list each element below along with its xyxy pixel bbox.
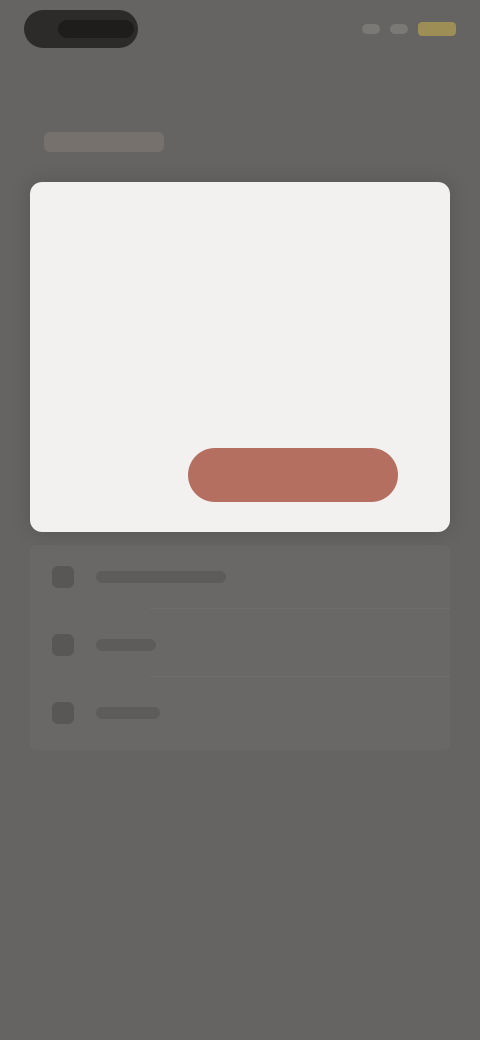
status-icons [362, 22, 456, 36]
settings-row-1[interactable] [30, 545, 450, 609]
confirm-dialog [30, 182, 450, 532]
dialog-actions [30, 448, 450, 502]
status-bar [0, 0, 480, 64]
battery-icon [418, 22, 456, 36]
secondary-button[interactable] [82, 462, 168, 488]
settings-list [30, 545, 450, 750]
star-icon [52, 634, 74, 656]
app-screen [0, 0, 480, 1040]
status-time [58, 20, 134, 38]
page-title [44, 132, 164, 152]
settings-row-label [96, 707, 160, 719]
wifi-icon [390, 24, 408, 34]
status-clock-pill [24, 10, 138, 48]
row-divider [150, 608, 450, 609]
help-icon [52, 702, 74, 724]
settings-row-2[interactable] [30, 613, 450, 677]
settings-row-3[interactable] [30, 681, 450, 745]
lock-icon [52, 566, 74, 588]
settings-row-label [96, 639, 156, 651]
primary-button[interactable] [188, 448, 398, 502]
row-divider [150, 676, 450, 677]
signal-icon [362, 24, 380, 34]
settings-row-label [96, 571, 226, 583]
